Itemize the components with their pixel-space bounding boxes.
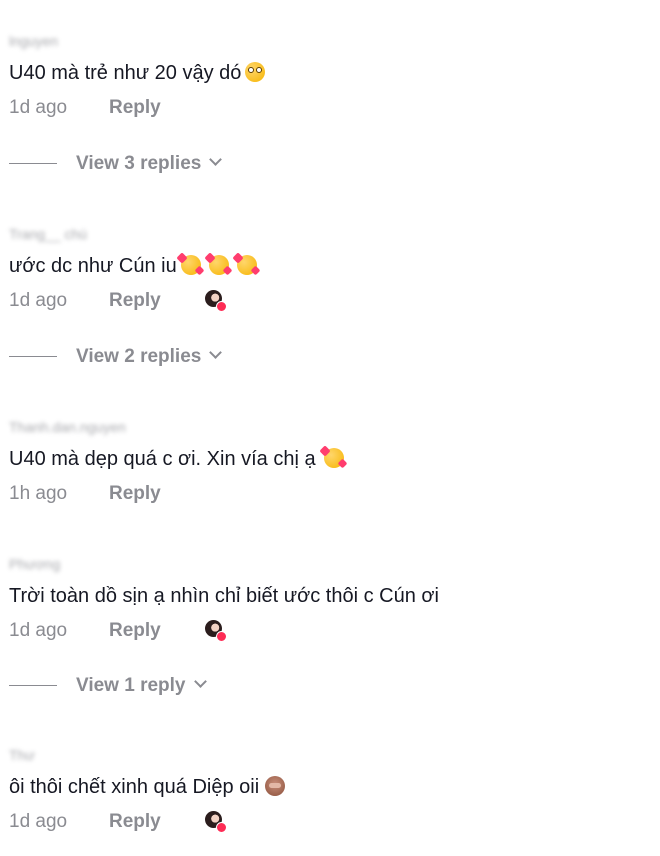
comment-text: U40 mà trẻ như 20 vậy dó: [9, 60, 266, 86]
comment-timestamp: 1d ago: [9, 811, 68, 832]
comment-timestamp: 1h ago: [9, 483, 68, 504]
view-replies-button[interactable]: View 2 replies: [9, 345, 223, 369]
reply-button[interactable]: Reply: [109, 96, 161, 120]
comment-body: U40 mà dẹp quá c ơi. Xin vía chị ạ: [9, 448, 316, 470]
liked-by-creator-avatar: [205, 290, 227, 312]
comment-meta: 1d ago Reply: [9, 96, 161, 120]
chevron-down-icon: [209, 346, 223, 359]
comment-meta: 1d ago Reply: [9, 810, 227, 834]
comment-meta: 1h ago Reply: [9, 482, 161, 506]
comment-username[interactable]: Thanh.dan.nguyen: [9, 418, 126, 436]
divider-line: [9, 163, 57, 165]
chevron-down-icon: [193, 675, 207, 688]
comment-text: ước dc như Cún iu: [9, 253, 257, 279]
heart-icon: [216, 631, 227, 642]
smiling-face-with-hearts-icon: [180, 255, 201, 275]
comment-username[interactable]: Trang__ chú: [9, 225, 87, 243]
see-no-evil-monkey-icon: [265, 776, 286, 796]
comment-timestamp: 1d ago: [9, 97, 68, 118]
comment-text: Trời toàn dồ sịn ạ nhìn chỉ biết ước thô…: [9, 583, 439, 609]
view-replies-label: View 3 replies: [76, 153, 202, 174]
liked-by-creator-avatar: [205, 811, 227, 833]
reply-button[interactable]: Reply: [109, 482, 161, 506]
reply-button[interactable]: Reply: [109, 289, 161, 313]
comment-username[interactable]: Thư: [9, 746, 35, 764]
comment-body: Trời toàn dồ sịn ạ nhìn chỉ biết ước thô…: [9, 585, 439, 607]
smiling-face-with-hearts-icon: [323, 448, 344, 468]
view-replies-button[interactable]: View 3 replies: [9, 152, 223, 176]
comment-meta: 1d ago Reply: [9, 289, 227, 313]
view-replies-button[interactable]: View 1 reply: [9, 674, 207, 698]
view-replies-label: View 2 replies: [76, 346, 202, 367]
comment-username[interactable]: lnguyen: [9, 32, 58, 50]
comment-body: U40 mà trẻ như 20 vậy dó: [9, 62, 242, 84]
comment-meta: 1d ago Reply: [9, 619, 227, 643]
comment-timestamp: 1d ago: [9, 620, 68, 641]
reply-button[interactable]: Reply: [109, 810, 161, 834]
flushed-face-icon: [245, 62, 266, 82]
comment-body: ước dc như Cún iu: [9, 255, 177, 277]
comment-text: U40 mà dẹp quá c ơi. Xin vía chị ạ: [9, 446, 344, 472]
view-replies-label: View 1 reply: [76, 675, 186, 696]
smiling-face-with-hearts-icon: [208, 255, 229, 275]
chevron-down-icon: [209, 153, 223, 166]
comment-username[interactable]: Phương: [9, 555, 60, 573]
smiling-face-with-hearts-icon: [236, 255, 257, 275]
reply-button[interactable]: Reply: [109, 619, 161, 643]
comment-body: ôi thôi chết xinh quá Diệp oii: [9, 776, 260, 798]
heart-icon: [216, 301, 227, 312]
comment-text: ôi thôi chết xinh quá Diệp oii: [9, 774, 286, 800]
liked-by-creator-avatar: [205, 620, 227, 642]
divider-line: [9, 356, 57, 358]
comment-timestamp: 1d ago: [9, 290, 68, 311]
divider-line: [9, 685, 57, 687]
heart-icon: [216, 822, 227, 833]
